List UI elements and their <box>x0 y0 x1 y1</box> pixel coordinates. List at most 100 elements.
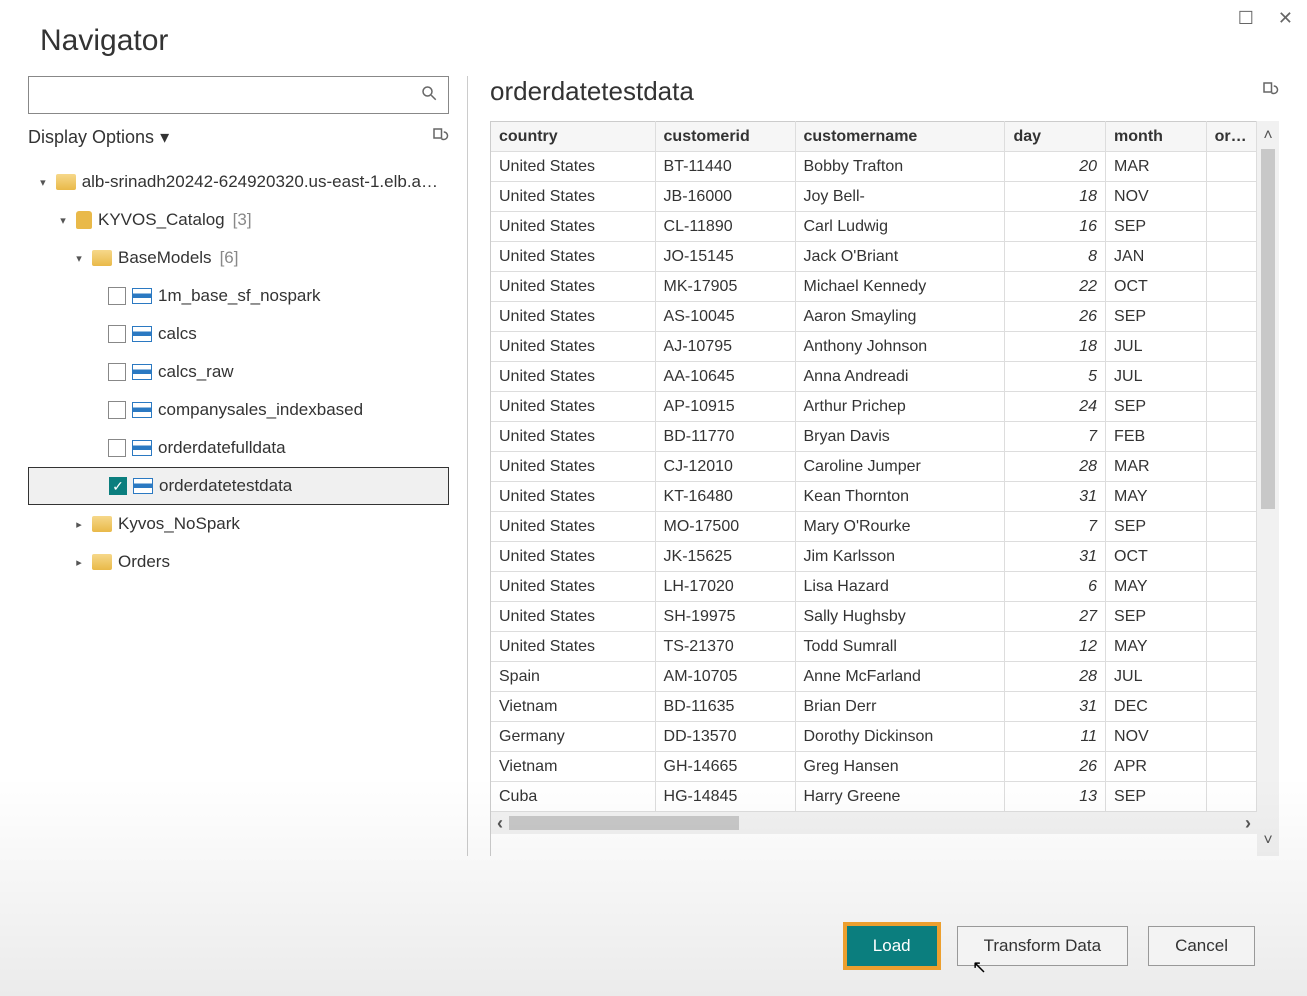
table-row[interactable]: SpainAM-10705Anne McFarland28JUL <box>491 662 1257 692</box>
vertical-scrollbar[interactable]: ˄ ˅ <box>1257 121 1279 856</box>
table-row[interactable]: VietnamGH-14665Greg Hansen26APR <box>491 752 1257 782</box>
column-header[interactable]: month <box>1106 122 1207 152</box>
scroll-thumb[interactable] <box>1261 149 1275 509</box>
table-row[interactable]: United StatesCJ-12010Caroline Jumper28MA… <box>491 452 1257 482</box>
cell-order <box>1206 212 1256 242</box>
table-row[interactable]: United StatesLH-17020Lisa Hazard6MAY <box>491 572 1257 602</box>
cell-day: 31 <box>1005 692 1106 722</box>
tree-catalog[interactable]: ▾ KYVOS_Catalog [3] <box>28 201 449 239</box>
cell-customername: Greg Hansen <box>795 752 1005 782</box>
tree-table-item[interactable]: 1m_base_sf_nospark <box>28 277 449 315</box>
cell-customername: Dorothy Dickinson <box>795 722 1005 752</box>
table-row[interactable]: United StatesAP-10915Arthur Prichep24SEP <box>491 392 1257 422</box>
cell-country: United States <box>491 482 655 512</box>
table-row[interactable]: United StatesAA-10645Anna Andreadi5JUL <box>491 362 1257 392</box>
checkbox[interactable] <box>108 401 126 419</box>
tree-table-item[interactable]: companysales_indexbased <box>28 391 449 429</box>
tree-table-item[interactable]: orderdatefulldata <box>28 429 449 467</box>
table-row[interactable]: United StatesJO-15145Jack O'Briant8JAN <box>491 242 1257 272</box>
table-row[interactable]: United StatesKT-16480Kean Thornton31MAY <box>491 482 1257 512</box>
search-icon <box>420 84 438 107</box>
load-button[interactable]: Load <box>847 926 937 966</box>
table-row[interactable]: United StatesTS-21370Todd Sumrall12MAY <box>491 632 1257 662</box>
table-row[interactable]: United StatesBD-11770Bryan Davis7FEB <box>491 422 1257 452</box>
cell-day: 7 <box>1005 422 1106 452</box>
table-row[interactable]: United StatesAS-10045Aaron Smayling26SEP <box>491 302 1257 332</box>
cell-customername: Jim Karlsson <box>795 542 1005 572</box>
scroll-left-icon[interactable]: ‹ <box>497 813 503 834</box>
tree-folder-item[interactable]: ▸Orders <box>28 543 449 581</box>
table-row[interactable]: GermanyDD-13570Dorothy Dickinson11NOV <box>491 722 1257 752</box>
cell-day: 16 <box>1005 212 1106 242</box>
table-row[interactable]: United StatesJB-16000Joy Bell-18NOV <box>491 182 1257 212</box>
tree-table-item[interactable]: ✓ orderdatetestdata <box>28 467 449 505</box>
scroll-down-icon[interactable]: ˅ <box>1263 832 1272 850</box>
cell-month: SEP <box>1106 392 1207 422</box>
cell-customerid: GH-14665 <box>655 752 795 782</box>
cell-order <box>1206 632 1256 662</box>
tree-table-label: orderdatetestdata <box>159 476 292 496</box>
scroll-thumb[interactable] <box>509 816 739 830</box>
cell-order <box>1206 242 1256 272</box>
close-icon[interactable]: ✕ <box>1278 8 1293 29</box>
column-header[interactable]: customername <box>795 122 1005 152</box>
cell-country: United States <box>491 392 655 422</box>
cell-day: 24 <box>1005 392 1106 422</box>
cell-customername: Jack O'Briant <box>795 242 1005 272</box>
checkbox[interactable] <box>108 439 126 457</box>
checkbox[interactable] <box>108 287 126 305</box>
table-row[interactable]: United StatesBT-11440Bobby Trafton20MAR <box>491 152 1257 182</box>
cell-customerid: TS-21370 <box>655 632 795 662</box>
cell-order <box>1206 272 1256 302</box>
cell-customername: Carl Ludwig <box>795 212 1005 242</box>
cell-country: Germany <box>491 722 655 752</box>
horizontal-scrollbar[interactable]: ‹ › <box>491 812 1257 834</box>
transform-data-button[interactable]: Transform Data <box>957 926 1128 966</box>
table-row[interactable]: United StatesJK-15625Jim Karlsson31OCT <box>491 542 1257 572</box>
tree-table-item[interactable]: calcs <box>28 315 449 353</box>
folder-icon <box>92 250 112 266</box>
cell-customerid: LH-17020 <box>655 572 795 602</box>
cell-order <box>1206 152 1256 182</box>
search-input[interactable] <box>28 76 449 114</box>
cell-customername: Anne McFarland <box>795 662 1005 692</box>
tree-table-item[interactable]: calcs_raw <box>28 353 449 391</box>
cell-month: JUL <box>1106 362 1207 392</box>
caret-down-icon: ▾ <box>56 214 70 227</box>
refresh-preview-icon[interactable] <box>1261 80 1279 103</box>
cell-customerid: JO-15145 <box>655 242 795 272</box>
tree-basemodels[interactable]: ▾ BaseModels [6] <box>28 239 449 277</box>
cell-order <box>1206 542 1256 572</box>
tree-root[interactable]: ▾ alb-srinadh20242-624920320.us-east-1.e… <box>28 163 449 201</box>
cell-order <box>1206 512 1256 542</box>
table-row[interactable]: United StatesAJ-10795Anthony Johnson18JU… <box>491 332 1257 362</box>
cancel-button[interactable]: Cancel <box>1148 926 1255 966</box>
maximize-icon[interactable]: ☐ <box>1238 8 1254 29</box>
table-row[interactable]: VietnamBD-11635Brian Derr31DEC <box>491 692 1257 722</box>
table-row[interactable]: CubaHG-14845Harry Greene13SEP <box>491 782 1257 812</box>
table-row[interactable]: United StatesMO-17500Mary O'Rourke7SEP <box>491 512 1257 542</box>
cell-customername: Arthur Prichep <box>795 392 1005 422</box>
table-row[interactable]: United StatesSH-19975Sally Hughsby27SEP <box>491 602 1257 632</box>
scroll-up-icon[interactable]: ˄ <box>1263 127 1272 145</box>
column-header[interactable]: order <box>1206 122 1256 152</box>
table-row[interactable]: United StatesCL-11890Carl Ludwig16SEP <box>491 212 1257 242</box>
display-options-dropdown[interactable]: Display Options ▾ <box>28 127 169 148</box>
column-header[interactable]: country <box>491 122 655 152</box>
cell-month: NOV <box>1106 182 1207 212</box>
cell-day: 27 <box>1005 602 1106 632</box>
table-row[interactable]: United StatesMK-17905Michael Kennedy22OC… <box>491 272 1257 302</box>
checkbox[interactable] <box>108 363 126 381</box>
refresh-tree-icon[interactable] <box>431 126 449 149</box>
column-header[interactable]: customerid <box>655 122 795 152</box>
column-header[interactable]: day <box>1005 122 1106 152</box>
checkbox[interactable]: ✓ <box>109 477 127 495</box>
cell-customerid: JK-15625 <box>655 542 795 572</box>
cell-order <box>1206 302 1256 332</box>
cell-day: 26 <box>1005 752 1106 782</box>
tree-folder-item[interactable]: ▸Kyvos_NoSpark <box>28 505 449 543</box>
checkbox[interactable] <box>108 325 126 343</box>
cell-customerid: BD-11770 <box>655 422 795 452</box>
scroll-right-icon[interactable]: › <box>1245 813 1251 834</box>
cell-order <box>1206 332 1256 362</box>
